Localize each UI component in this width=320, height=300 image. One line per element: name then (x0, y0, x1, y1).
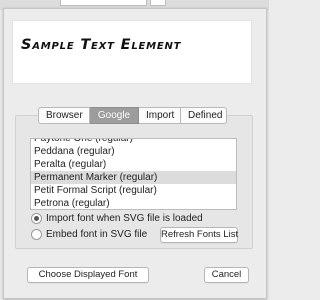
import-font-radio[interactable] (31, 212, 42, 224)
embed-font-label: Embed font in SVG file (46, 228, 148, 240)
tab-defined[interactable]: Defined (181, 107, 227, 124)
background-field (60, 0, 147, 6)
font-list-item[interactable]: Peralta (regular) (31, 158, 236, 171)
cancel-button[interactable]: Cancel (204, 267, 249, 283)
font-list-item[interactable]: Petrona (regular) (31, 197, 236, 209)
import-font-option[interactable]: Import font when SVG file is loaded (31, 212, 203, 224)
tab-browser[interactable]: Browser (38, 107, 90, 124)
font-list-items: Paytone One (regular) Peddana (regular) Pe… (31, 139, 236, 209)
font-list[interactable]: Paytone One (regular) Peddana (regular) Pe… (30, 138, 237, 210)
text-preview: Sample Text Element (12, 20, 252, 84)
embed-font-option[interactable]: Embed font in SVG file (31, 228, 147, 240)
import-font-label: Import font when SVG file is loaded (46, 212, 203, 224)
font-source-tabs: Browser Google Import Defined (38, 107, 227, 124)
choose-displayed-font-button[interactable]: Choose Displayed Font (27, 267, 149, 283)
refresh-fonts-button[interactable]: Refresh Fonts List (160, 227, 238, 243)
font-list-item[interactable]: Peddana (regular) (31, 145, 236, 158)
background-field (150, 0, 166, 6)
font-list-item[interactable]: Petit Formal Script (regular) (31, 184, 236, 197)
tab-google[interactable]: Google (90, 107, 139, 124)
preview-text: Sample Text Element (21, 37, 182, 53)
font-list-item[interactable]: Paytone One (regular) (31, 139, 236, 145)
embed-font-radio[interactable] (31, 228, 42, 240)
tab-import[interactable]: Import (139, 107, 181, 124)
font-list-item[interactable]: Permanent Marker (regular) (31, 171, 236, 184)
